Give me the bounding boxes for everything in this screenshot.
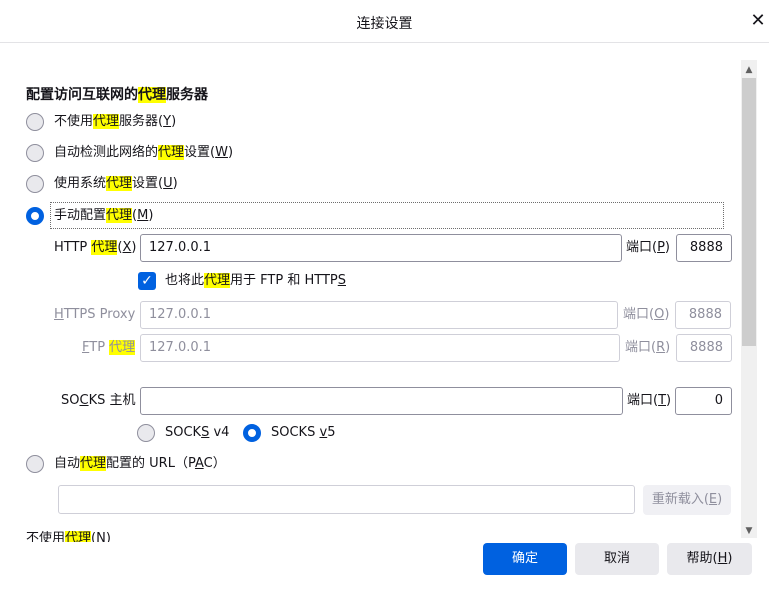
- label-manual-proxy[interactable]: 手动配置代理(M): [54, 207, 153, 225]
- section-title-highlight: 代理: [138, 87, 166, 103]
- label-no-proxy[interactable]: 不使用代理服务器(Y): [54, 113, 176, 131]
- radio-manual-proxy[interactable]: [26, 207, 44, 225]
- label-system-proxy[interactable]: 使用系统代理设置(U): [54, 175, 178, 193]
- section-title-text: 配置访问互联网的: [26, 87, 138, 103]
- scrollbar-thumb[interactable]: [742, 78, 756, 346]
- radio-system-proxy[interactable]: [26, 175, 44, 193]
- radio-socks-v4[interactable]: [137, 424, 155, 442]
- dialog-title: 连接设置: [356, 16, 413, 32]
- https-port-label: 端口(O): [623, 307, 670, 322]
- http-proxy-input[interactable]: 127.0.0.1: [140, 234, 622, 262]
- help-button[interactable]: 帮助(H): [667, 543, 752, 575]
- scroll-up-icon[interactable]: ▲: [741, 63, 757, 77]
- https-port-input[interactable]: 8888: [675, 301, 731, 329]
- radio-auto-detect[interactable]: [26, 144, 44, 162]
- ftp-port-label: 端口(R): [625, 340, 671, 355]
- radio-no-proxy[interactable]: [26, 113, 44, 131]
- also-use-checkbox[interactable]: ✓: [138, 272, 156, 290]
- ftp-proxy-label: FTP 代理: [82, 340, 136, 355]
- reload-button[interactable]: 重新载入(E): [643, 485, 731, 515]
- cancel-button[interactable]: 取消: [575, 543, 659, 575]
- http-port-input[interactable]: 8888: [676, 234, 732, 262]
- socks-port-input[interactable]: 0: [675, 387, 732, 415]
- socks-port-label: 端口(T): [627, 393, 672, 408]
- label-pac-url[interactable]: 自动代理配置的 URL（PAC）: [54, 455, 226, 473]
- section-title: 配置访问互联网的代理服务器: [26, 84, 208, 104]
- socks-host-label: SOCKS 主机: [61, 393, 136, 408]
- ftp-port-input[interactable]: 8888: [676, 334, 732, 362]
- https-proxy-input[interactable]: 127.0.0.1: [140, 301, 618, 329]
- label-auto-detect[interactable]: 自动检测此网络的代理设置(W): [54, 144, 233, 162]
- radio-pac-url[interactable]: [26, 455, 44, 473]
- ok-button[interactable]: 确定: [483, 543, 567, 575]
- http-port-label: 端口(P): [626, 240, 670, 255]
- radio-socks-v5[interactable]: [243, 424, 261, 442]
- section-title-text-end: 服务器: [166, 87, 208, 103]
- label-socks-v4[interactable]: SOCKS v4: [165, 424, 229, 442]
- also-use-label[interactable]: 也将此代理用于 FTP 和 HTTPS: [165, 272, 346, 290]
- http-proxy-label: HTTP 代理(X): [54, 240, 137, 255]
- no-proxy-for-label: 不使用代理(N): [26, 530, 111, 542]
- socks-host-input[interactable]: [140, 387, 623, 415]
- no-proxy-for-row: 不使用代理(N): [0, 526, 480, 542]
- pac-url-input[interactable]: [58, 485, 635, 514]
- scroll-down-icon[interactable]: ▼: [741, 524, 757, 538]
- close-icon[interactable]: ✕: [748, 10, 768, 32]
- ftp-proxy-input[interactable]: 127.0.0.1: [140, 334, 620, 362]
- https-proxy-label: HTTPS Proxy: [54, 307, 136, 322]
- label-socks-v5[interactable]: SOCKS v5: [271, 424, 335, 442]
